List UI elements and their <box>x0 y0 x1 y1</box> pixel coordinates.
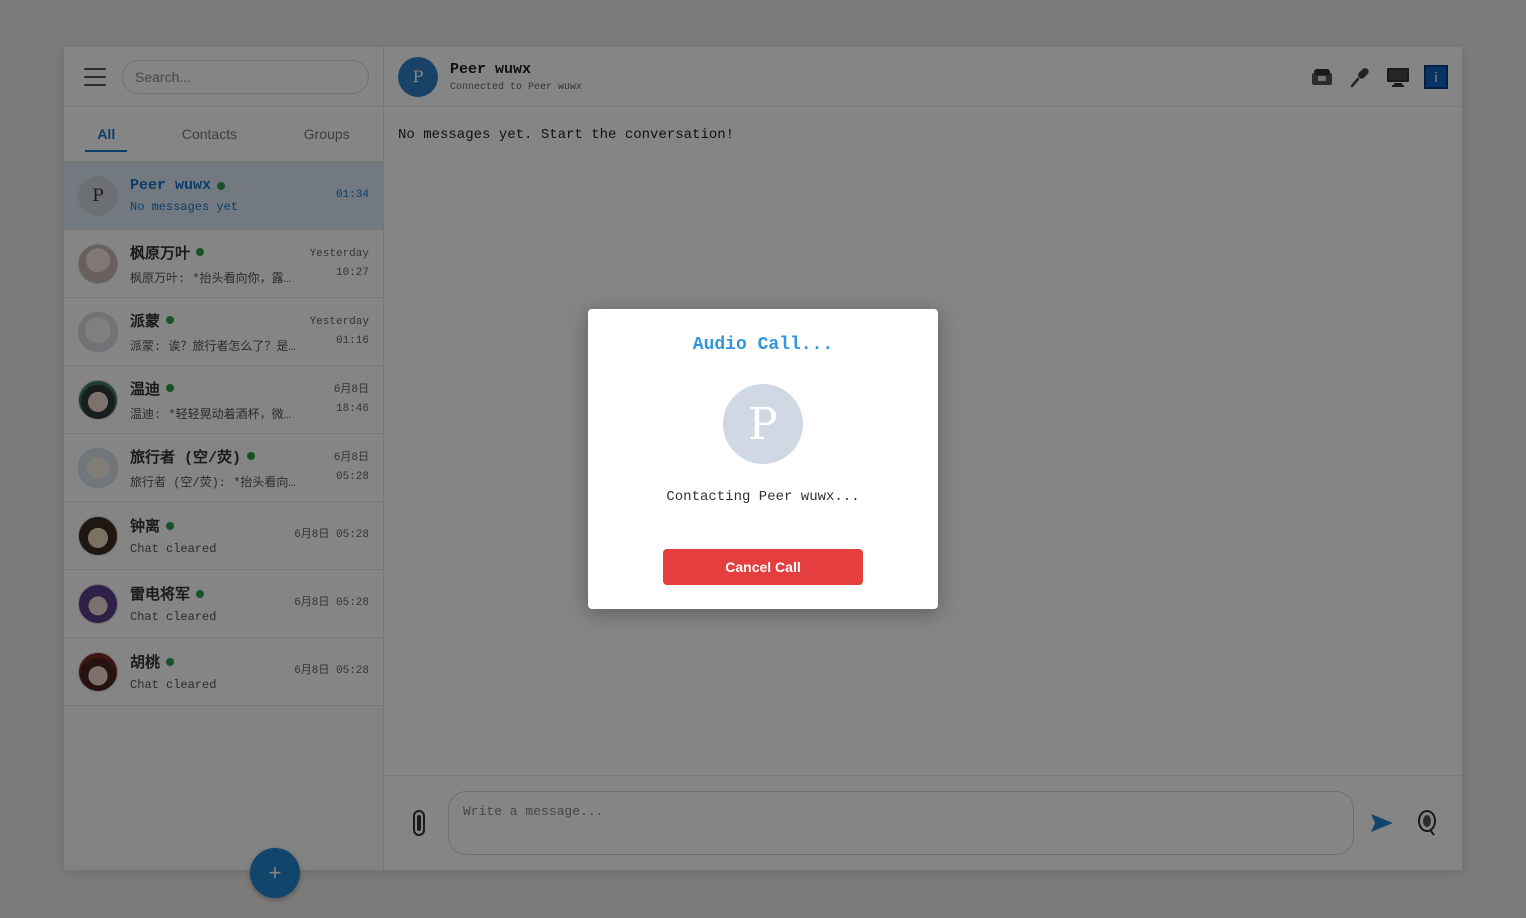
avatar: P <box>723 384 803 464</box>
dialog-title: Audio Call... <box>692 335 834 355</box>
call-status: Contacting Peer wuwx... <box>666 489 860 505</box>
audio-call-dialog: Audio Call... P Contacting Peer wuwx... … <box>588 309 938 609</box>
cancel-call-button[interactable]: Cancel Call <box>663 549 863 585</box>
